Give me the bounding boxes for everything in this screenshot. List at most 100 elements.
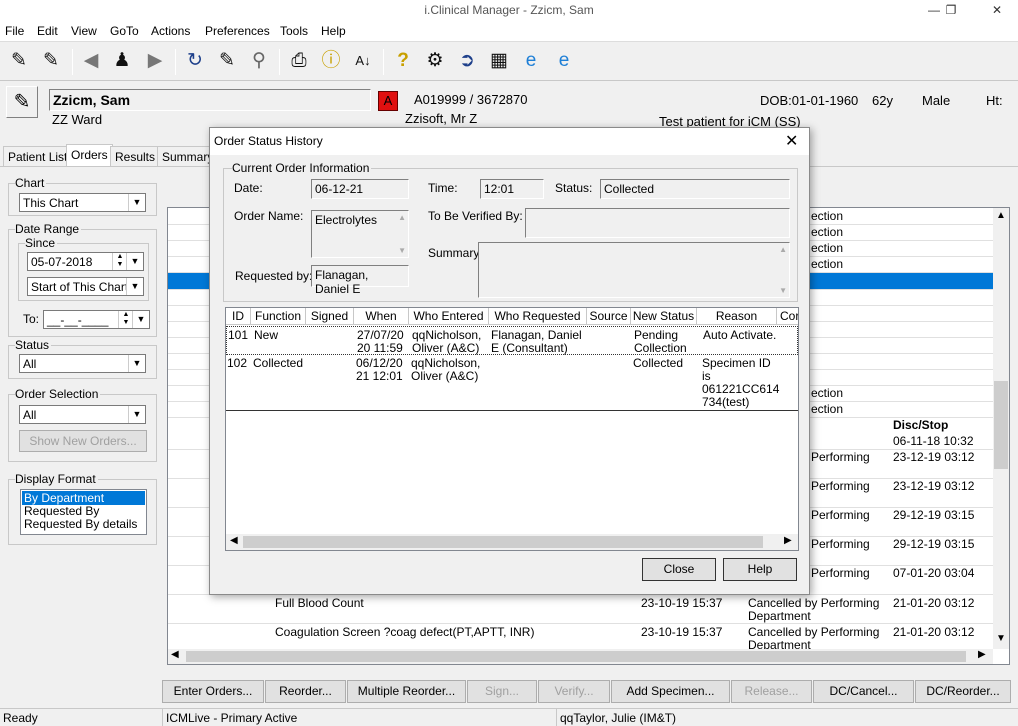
table-row[interactable]: Full Blood Count 23-10-19 15:37 Cancelle…: [168, 595, 993, 624]
info-icon[interactable]: ⓘ: [318, 48, 344, 74]
browser-ie-icon[interactable]: e: [518, 48, 544, 74]
summary-label: Summary:: [428, 246, 483, 260]
multiple-reorder-button[interactable]: Multiple Reorder...: [347, 680, 466, 703]
requested-by-label: Requested by:: [235, 269, 313, 283]
sort-az-icon[interactable]: A↓: [350, 48, 376, 74]
spin-updown-icon[interactable]: ▲ ▼: [112, 253, 127, 270]
settings-gear-icon[interactable]: ⚙: [422, 48, 448, 74]
back-arrow-icon[interactable]: ◀: [78, 48, 104, 74]
search-keys-icon[interactable]: ⚲: [246, 48, 272, 74]
patient-list-icon[interactable]: ✎: [6, 48, 32, 74]
people-icon[interactable]: ♟: [109, 48, 135, 74]
chevron-down-icon[interactable]: ▼: [128, 355, 145, 372]
menu-tools[interactable]: Tools: [280, 24, 308, 38]
menu-goto[interactable]: GoTo: [110, 24, 139, 38]
chevron-down-icon[interactable]: ▼: [128, 194, 145, 211]
menu-preferences[interactable]: Preferences: [205, 24, 270, 38]
dialog-title: Order Status History: [214, 134, 323, 148]
col-header-who-entered[interactable]: Who Entered: [409, 308, 489, 325]
list-item-by-department[interactable]: By Department: [22, 491, 145, 505]
status-cell: Performing: [811, 566, 870, 580]
forward-arrow-icon[interactable]: ▶: [142, 48, 168, 74]
since-option-select[interactable]: Start of This Chart ▼: [27, 277, 144, 296]
col-header-reason[interactable]: Reason: [697, 308, 777, 325]
tab-patient-list[interactable]: Patient List: [3, 146, 73, 166]
scroll-down-icon[interactable]: ▼: [779, 286, 787, 295]
list-item-requested-by-details[interactable]: Requested By details: [24, 518, 137, 531]
dc-cancel-button[interactable]: DC/Cancel...: [813, 680, 914, 703]
tab-results[interactable]: Results: [110, 146, 161, 166]
spin-updown-icon[interactable]: ▲ ▼: [118, 311, 133, 328]
dc-reorder-button[interactable]: DC/Reorder...: [915, 680, 1011, 703]
col-header-signed[interactable]: Signed: [306, 308, 354, 325]
scroll-right-icon[interactable]: ▶: [978, 649, 986, 660]
browser-ie-icon-2[interactable]: e: [551, 48, 577, 74]
help-question-icon[interactable]: ?: [390, 48, 416, 74]
table-row[interactable]: 102 Collected 06/12/20 21 12:01 qqNichol…: [226, 355, 798, 411]
patient-chart-icon[interactable]: ✎: [38, 48, 64, 74]
display-format-list[interactable]: By Department Requested By Requested By …: [20, 489, 147, 535]
scrollbar-thumb[interactable]: [243, 536, 763, 548]
requested-by-field: Flanagan, Daniel E: [311, 265, 409, 296]
chevron-down-icon[interactable]: ▼: [128, 406, 145, 423]
close-icon[interactable]: ✕: [785, 131, 798, 151]
scroll-right-icon[interactable]: ▶: [784, 535, 792, 546]
sign-button[interactable]: Sign...: [467, 680, 537, 703]
enter-orders-button[interactable]: Enter Orders...: [162, 680, 264, 703]
verify-button[interactable]: Verify...: [538, 680, 610, 703]
menu-help[interactable]: Help: [321, 24, 346, 38]
edit-note-icon[interactable]: ✎: [214, 48, 240, 74]
vertical-scrollbar[interactable]: ▲ ▼: [993, 208, 1009, 649]
menu-file[interactable]: File: [5, 24, 24, 38]
disc-stop-header[interactable]: Disc/Stop: [893, 419, 948, 432]
scrollbar-thumb[interactable]: [994, 381, 1008, 469]
scroll-left-icon[interactable]: ◀: [230, 535, 238, 546]
alert-badge[interactable]: A: [378, 91, 398, 111]
disc-cell: 29-12-19 03:15: [893, 508, 975, 522]
reorder-button[interactable]: Reorder...: [265, 680, 346, 703]
scroll-up-icon[interactable]: ▲: [779, 245, 787, 254]
scroll-up-icon[interactable]: ▲: [993, 210, 1009, 221]
order-selection-select[interactable]: All ▼: [19, 405, 146, 424]
chevron-down-icon[interactable]: ▼: [126, 253, 143, 270]
chevron-down-icon[interactable]: ▼: [126, 278, 143, 295]
status-select[interactable]: All ▼: [19, 354, 146, 373]
release-button[interactable]: Release...: [731, 680, 812, 703]
table-row[interactable]: 101 New 27/07/20 20 11:59 qqNicholson, O…: [226, 326, 798, 355]
print-icon[interactable]: ⎙: [286, 48, 312, 74]
scroll-up-icon[interactable]: ▲: [398, 213, 406, 222]
scroll-down-icon[interactable]: ▼: [993, 633, 1009, 644]
show-new-orders-button[interactable]: Show New Orders...: [19, 430, 147, 452]
menu-edit[interactable]: Edit: [37, 24, 58, 38]
col-header-comment[interactable]: Cor: [777, 308, 798, 325]
menu-view[interactable]: View: [71, 24, 97, 38]
col-header-who-requested[interactable]: Who Requested: [489, 308, 587, 325]
to-date-picker[interactable]: __-__-____ ▲ ▼ ▼: [43, 310, 150, 329]
patient-edit-icon[interactable]: ✎: [6, 86, 38, 118]
close-window-button[interactable]: ✕: [980, 0, 1014, 20]
add-specimen-button[interactable]: Add Specimen...: [611, 680, 730, 703]
scroll-down-icon[interactable]: ▼: [398, 246, 406, 255]
horizontal-scrollbar[interactable]: ◀ ▶: [226, 534, 798, 550]
calculator-icon[interactable]: ▦: [486, 48, 512, 74]
col-header-id[interactable]: ID: [226, 308, 251, 325]
horizontal-scrollbar[interactable]: ◀ ▶: [168, 649, 993, 664]
chevron-down-icon[interactable]: ▼: [132, 311, 149, 328]
status-cell-line2: Department: [748, 609, 811, 623]
col-header-new-status[interactable]: New Status: [631, 308, 697, 325]
chart-select[interactable]: This Chart ▼: [19, 193, 146, 212]
col-header-when[interactable]: When: [354, 308, 409, 325]
tab-orders[interactable]: Orders: [66, 144, 113, 166]
col-header-source[interactable]: Source: [587, 308, 631, 325]
close-button[interactable]: Close: [642, 558, 716, 581]
scrollbar-thumb[interactable]: [186, 651, 966, 662]
refresh-icon[interactable]: ↻: [182, 48, 208, 74]
col-header-function[interactable]: Function: [251, 308, 306, 325]
scroll-left-icon[interactable]: ◀: [171, 649, 179, 660]
patient-height: Ht:: [986, 93, 1003, 108]
menu-actions[interactable]: Actions: [151, 24, 190, 38]
maximize-button[interactable]: ❐: [934, 0, 968, 20]
exit-door-icon[interactable]: ➲: [454, 48, 480, 74]
since-date-picker[interactable]: 05-07-2018 ▲ ▼ ▼: [27, 252, 144, 271]
help-button[interactable]: Help: [723, 558, 797, 581]
